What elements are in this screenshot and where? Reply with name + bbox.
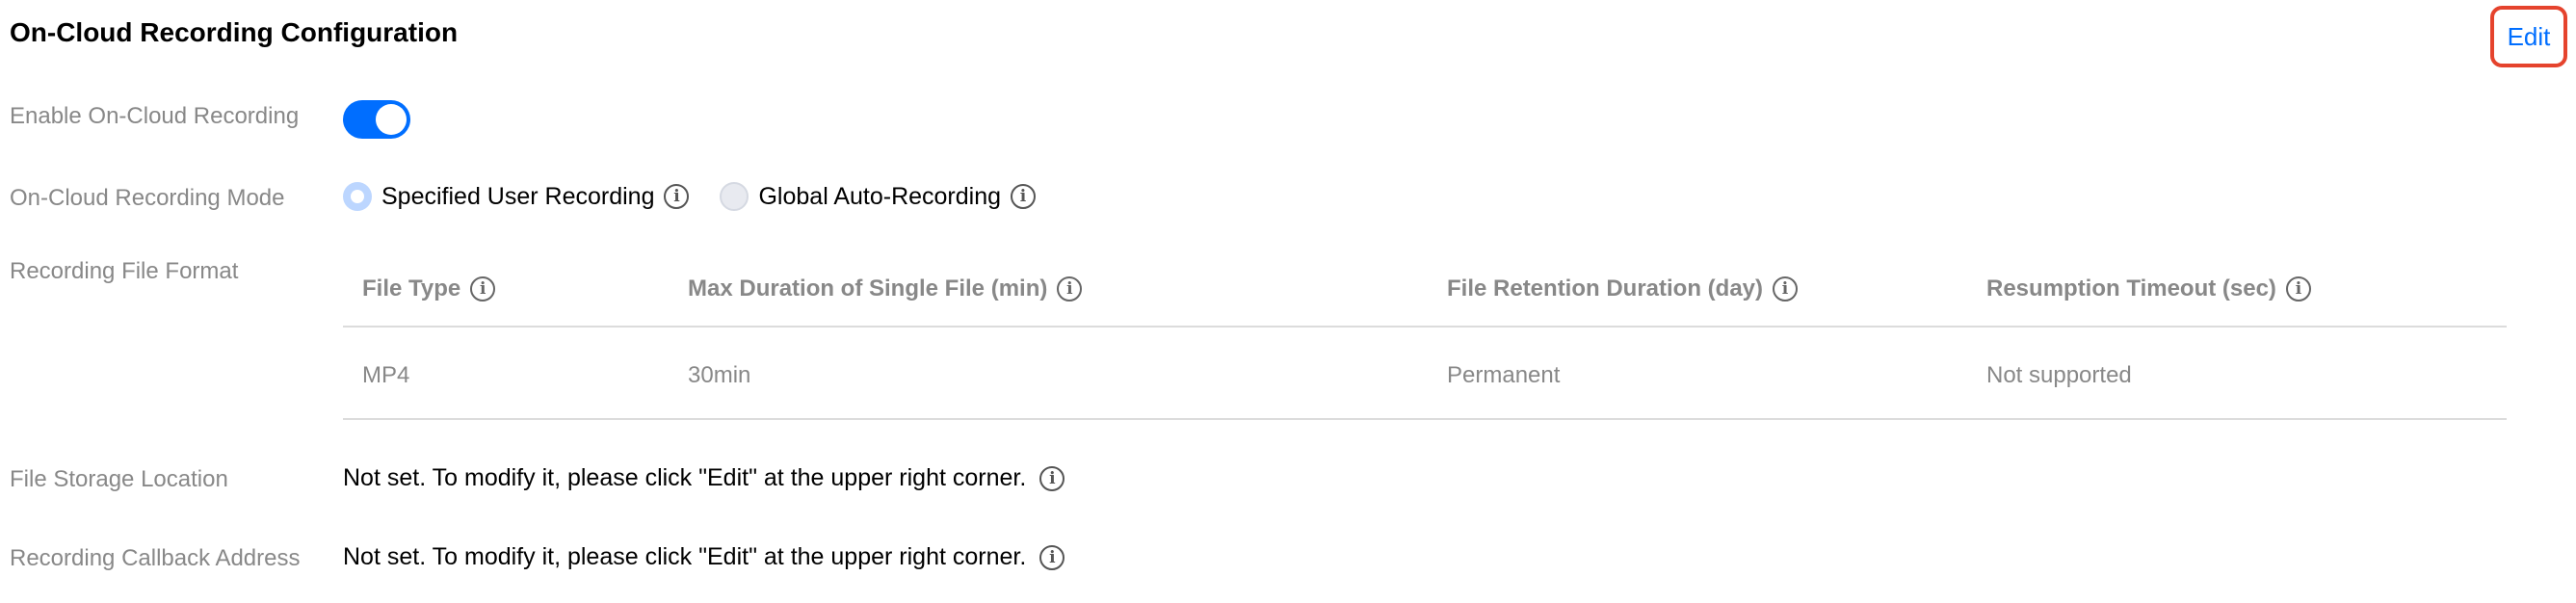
info-icon[interactable]: i xyxy=(1039,465,1065,491)
edit-highlight-box: Edit xyxy=(2490,6,2567,67)
info-icon[interactable]: i xyxy=(2285,276,2311,302)
radio-global-auto[interactable] xyxy=(720,182,749,211)
radio-option-specified-user[interactable]: Specified User Recording i xyxy=(343,182,690,211)
table-row: MP4 30min Permanent Not supported xyxy=(343,328,2507,420)
toggle-knob xyxy=(376,104,407,135)
file-format-label: Recording File Format xyxy=(10,258,239,284)
column-header-file-type: File Type i xyxy=(362,275,496,302)
recording-mode-label: On-Cloud Recording Mode xyxy=(10,185,285,211)
column-header-label: Max Duration of Single File (min) xyxy=(688,275,1048,302)
column-header-resumption-timeout: Resumption Timeout (sec) i xyxy=(1986,275,2311,302)
column-header-max-duration: Max Duration of Single File (min) i xyxy=(688,275,1083,302)
radio-label-specified-user: Specified User Recording xyxy=(381,182,655,210)
radio-specified-user[interactable] xyxy=(343,182,372,211)
callback-address-label: Recording Callback Address xyxy=(10,545,301,571)
info-icon[interactable]: i xyxy=(1057,276,1083,302)
info-icon[interactable]: i xyxy=(470,276,496,302)
column-header-label: File Type xyxy=(362,275,461,302)
page-title: On-Cloud Recording Configuration xyxy=(10,17,459,47)
cell-retention: Permanent xyxy=(1447,362,1561,388)
callback-address-text: Not set. To modify it, please click "Edi… xyxy=(343,543,1027,570)
column-header-retention: File Retention Duration (day) i xyxy=(1447,275,1799,302)
cell-max-duration: 30min xyxy=(688,362,751,388)
storage-location-value: Not set. To modify it, please click "Edi… xyxy=(343,464,1065,492)
cell-file-type: MP4 xyxy=(362,362,410,388)
info-icon[interactable]: i xyxy=(1039,544,1065,570)
info-icon[interactable]: i xyxy=(1011,184,1037,209)
edit-link[interactable]: Edit xyxy=(2508,22,2551,52)
recording-mode-radio-group: Specified User Recording i Global Auto-R… xyxy=(343,177,1066,216)
column-header-label: Resumption Timeout (sec) xyxy=(1986,275,2276,302)
storage-location-label: File Storage Location xyxy=(10,466,228,492)
enable-recording-toggle[interactable] xyxy=(343,100,410,139)
table-header: File Type i Max Duration of Single File … xyxy=(343,258,2507,328)
column-header-label: File Retention Duration (day) xyxy=(1447,275,1764,302)
cell-resumption-timeout: Not supported xyxy=(1986,362,2132,388)
info-icon[interactable]: i xyxy=(664,184,690,209)
info-icon[interactable]: i xyxy=(1773,276,1799,302)
radio-label-global-auto: Global Auto-Recording xyxy=(758,182,1002,210)
radio-option-global-auto[interactable]: Global Auto-Recording i xyxy=(720,182,1037,211)
storage-location-text: Not set. To modify it, please click "Edi… xyxy=(343,464,1027,491)
file-format-table: File Type i Max Duration of Single File … xyxy=(343,258,2507,420)
callback-address-value: Not set. To modify it, please click "Edi… xyxy=(343,543,1065,571)
enable-recording-label: Enable On-Cloud Recording xyxy=(10,103,300,129)
